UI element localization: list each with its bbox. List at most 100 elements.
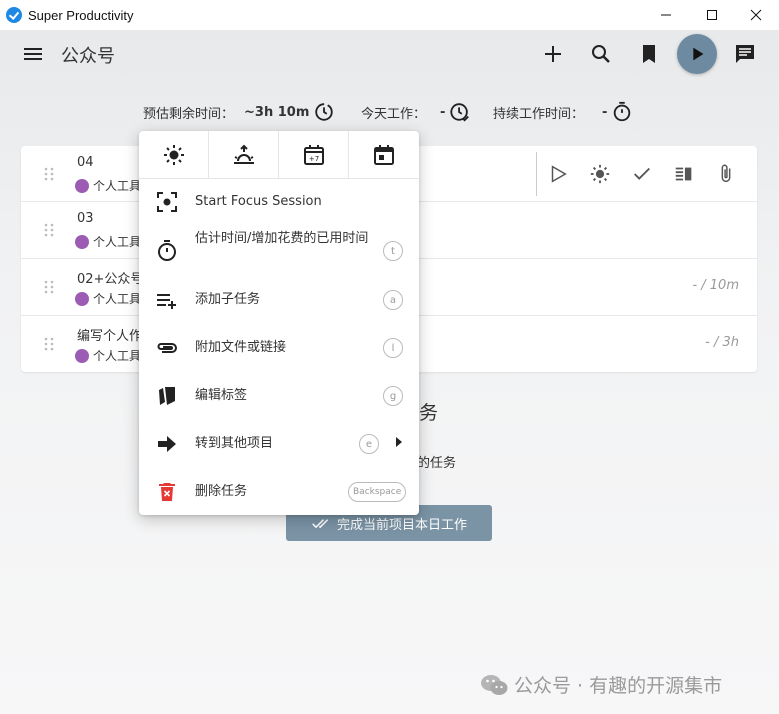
task-context-menu: +7 Start Focus Session 估计时间/增加花费的已用时间 t … bbox=[139, 131, 419, 515]
schedule-next-week-button[interactable]: +7 bbox=[279, 131, 349, 178]
menu-item-label: 估计时间/增加花费的已用时间 bbox=[195, 231, 369, 246]
menu-button[interactable] bbox=[19, 40, 47, 68]
shortcut-hint: l bbox=[383, 338, 403, 358]
attachment-icon bbox=[157, 343, 177, 353]
drag-handle-icon[interactable] bbox=[44, 280, 54, 294]
schedule-tomorrow-button[interactable] bbox=[209, 131, 279, 178]
shortcut-hint: e bbox=[359, 434, 379, 454]
empty-state-title: 务 bbox=[419, 402, 439, 424]
menu-item-label: 附加文件或链接 bbox=[195, 340, 287, 355]
shortcut-hint: t bbox=[383, 241, 403, 261]
bookmark-button[interactable] bbox=[635, 40, 663, 68]
maximize-icon bbox=[707, 10, 717, 20]
stopwatch-icon bbox=[614, 101, 631, 122]
close-icon bbox=[750, 9, 762, 21]
task-tag: 个人工具 bbox=[75, 177, 141, 194]
menu-item-delete-task[interactable]: 删除任务 Backspace bbox=[139, 468, 419, 516]
menu-item-label: 添加子任务 bbox=[195, 292, 261, 307]
menu-item-add-subtask[interactable]: 添加子任务 a bbox=[139, 276, 419, 324]
empty-state-subtitle: 的任务 bbox=[417, 456, 457, 471]
hamburger-menu-icon bbox=[24, 48, 42, 60]
play-outline-icon bbox=[551, 165, 567, 183]
task-title[interactable]: 02+公众号 bbox=[77, 268, 143, 287]
drag-handle-icon[interactable] bbox=[44, 223, 54, 237]
toggle-details-button[interactable] bbox=[663, 154, 705, 194]
focus-icon bbox=[157, 192, 177, 212]
session-work-stat: 持续工作时间： - bbox=[493, 99, 633, 125]
search-button[interactable] bbox=[587, 40, 615, 68]
mark-done-button[interactable] bbox=[621, 154, 663, 194]
tag-color-dot bbox=[75, 178, 89, 193]
tags-icon bbox=[159, 387, 175, 405]
svg-text:+7: +7 bbox=[308, 155, 318, 163]
drag-handle-icon[interactable] bbox=[44, 167, 54, 181]
schedule-today-button[interactable] bbox=[139, 131, 209, 178]
plus-icon bbox=[545, 46, 561, 62]
tag-label: 个人工具 bbox=[93, 179, 142, 193]
close-window-button[interactable] bbox=[733, 0, 779, 30]
today-work-value: - bbox=[440, 104, 446, 120]
minimize-button[interactable] bbox=[643, 0, 689, 30]
menu-item-edit-tags[interactable]: 编辑标签 g bbox=[139, 372, 419, 420]
check-icon bbox=[634, 167, 650, 180]
task-tag: 个人工具 bbox=[75, 290, 141, 307]
task-title[interactable]: 03 bbox=[77, 211, 94, 226]
shortcut-hint: g bbox=[383, 386, 403, 406]
tag-color-dot bbox=[75, 348, 89, 363]
maximize-button[interactable] bbox=[689, 0, 735, 30]
calendar-icon bbox=[374, 144, 394, 165]
add-to-today-button[interactable] bbox=[579, 154, 621, 194]
tag-label: 个人工具 bbox=[93, 235, 142, 249]
task-estimate[interactable]: - / 3h bbox=[705, 335, 739, 350]
start-tracking-button[interactable] bbox=[677, 34, 717, 74]
task-tag: 个人工具 bbox=[75, 347, 141, 364]
estimate-value: ~3h 10m bbox=[244, 104, 310, 120]
menu-item-move-to-project[interactable]: 转到其他项目 e bbox=[139, 420, 419, 468]
calendar-plus7-icon: +7 bbox=[303, 144, 324, 165]
menu-item-label: 转到其他项目 bbox=[195, 436, 274, 451]
context-menu-quick-actions: +7 bbox=[139, 131, 419, 179]
main-toolbar: 公众号 bbox=[0, 30, 779, 78]
tag-label: 个人工具 bbox=[93, 349, 142, 363]
task-title[interactable]: 04 bbox=[77, 155, 94, 170]
task-tag: 个人工具 bbox=[75, 233, 141, 250]
sunrise-icon bbox=[233, 144, 254, 164]
history-clock-icon bbox=[315, 103, 334, 121]
menu-item-attach[interactable]: 附加文件或链接 l bbox=[139, 324, 419, 372]
schedule-date-button[interactable] bbox=[349, 131, 419, 178]
minimize-icon bbox=[661, 14, 671, 16]
play-icon bbox=[693, 47, 704, 61]
window-title: Super Productivity bbox=[28, 7, 134, 23]
watermark-text: 公众号 · 有趣的开源集市 bbox=[514, 675, 723, 697]
drag-handle-icon[interactable] bbox=[44, 337, 54, 351]
details-panel-icon bbox=[675, 167, 692, 181]
add-task-button[interactable] bbox=[539, 40, 567, 68]
tag-color-dot bbox=[75, 291, 89, 306]
page-title: 公众号 bbox=[61, 46, 115, 67]
task-hover-actions bbox=[536, 152, 747, 196]
app-logo-icon bbox=[6, 7, 22, 23]
attach-button[interactable] bbox=[705, 154, 747, 194]
tag-label: 个人工具 bbox=[93, 292, 142, 306]
session-work-value: - bbox=[602, 104, 608, 120]
finish-day-label: 完成当前项目本日工作 bbox=[336, 517, 467, 533]
stopwatch-icon bbox=[158, 240, 176, 261]
menu-item-focus-session[interactable]: Start Focus Session bbox=[139, 178, 419, 226]
watermark: 公众号 · 有趣的开源集市 bbox=[480, 671, 722, 698]
wechat-icon bbox=[481, 674, 508, 695]
playlist-add-icon bbox=[157, 294, 176, 309]
notes-button[interactable] bbox=[731, 40, 759, 68]
trash-icon bbox=[159, 483, 175, 501]
today-work-label: 今天工作： bbox=[361, 106, 427, 122]
start-task-button[interactable] bbox=[537, 154, 579, 194]
search-icon bbox=[592, 45, 610, 63]
shortcut-hint: a bbox=[383, 290, 403, 310]
comment-icon bbox=[736, 45, 754, 63]
tag-color-dot bbox=[75, 234, 89, 249]
menu-item-label: Start Focus Session bbox=[195, 194, 322, 209]
today-work-stat: 今天工作： - bbox=[361, 99, 471, 125]
task-estimate[interactable]: - / 10m bbox=[692, 278, 739, 293]
paperclip-icon bbox=[721, 164, 731, 183]
bookmark-icon bbox=[643, 45, 655, 63]
menu-item-estimate-time[interactable]: 估计时间/增加花费的已用时间 t bbox=[139, 226, 419, 276]
